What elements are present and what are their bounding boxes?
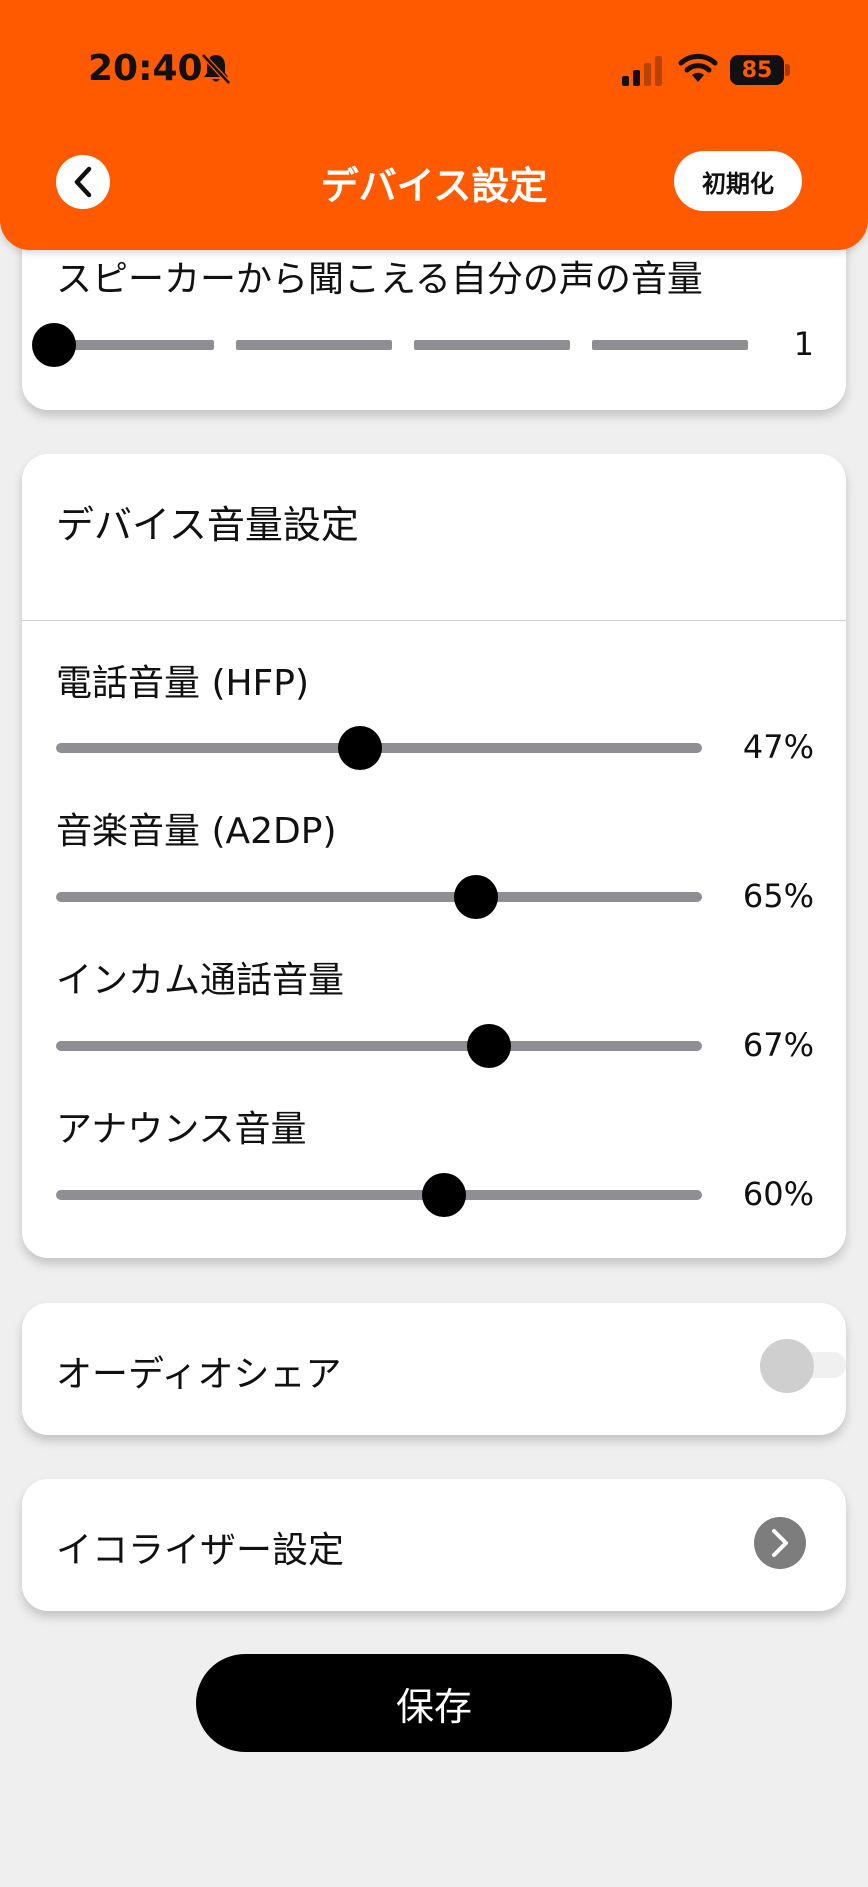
- speaker-voice-label: スピーカーから聞こえる自分の声の音量: [56, 259, 703, 300]
- device-volume-title: デバイス音量設定: [56, 503, 359, 547]
- header-bar: 20:40 85 デバイス設定 初期化: [0, 0, 868, 250]
- audio-share-toggle[interactable]: [760, 1339, 846, 1393]
- back-button[interactable]: [56, 155, 110, 209]
- stepper-segment: [62, 340, 214, 350]
- slider-hfp[interactable]: [56, 726, 702, 770]
- bell-slash-icon: [201, 53, 231, 85]
- battery-tip: [785, 64, 790, 76]
- save-button[interactable]: 保存: [196, 1654, 672, 1752]
- stepper-segment: [592, 340, 748, 350]
- battery-level: 85: [730, 55, 784, 85]
- slider-label-intercom: インカム通話音量: [56, 960, 345, 1001]
- speaker-voice-value: 1: [793, 325, 814, 363]
- slider-thumb[interactable]: [466, 1024, 511, 1068]
- divider: [22, 620, 846, 621]
- slider-thumb[interactable]: [453, 875, 498, 919]
- slider-a2dp[interactable]: [56, 875, 702, 919]
- equalizer-card[interactable]: イコライザー設定: [22, 1479, 846, 1611]
- slider-value-intercom: 67%: [742, 1026, 814, 1064]
- slider-label-hfp: 電話音量 (HFP): [56, 663, 310, 704]
- chevron-right-icon: [772, 1529, 788, 1557]
- stepper-segment: [236, 340, 392, 350]
- slider-thumb[interactable]: [337, 726, 382, 770]
- equalizer-label: イコライザー設定: [56, 1530, 345, 1571]
- slider-value-a2dp: 65%: [742, 877, 814, 915]
- chevron-left-icon: [74, 166, 92, 198]
- slider-intercom[interactable]: [56, 1024, 702, 1068]
- wifi-icon: [678, 53, 718, 82]
- slider-value-hfp: 47%: [742, 728, 814, 766]
- audio-share-label: オーディオシェア: [56, 1354, 342, 1395]
- slider-thumb[interactable]: [421, 1173, 466, 1217]
- slider-label-announce: アナウンス音量: [56, 1109, 307, 1150]
- toggle-knob: [760, 1339, 814, 1393]
- reset-button[interactable]: 初期化: [674, 151, 802, 211]
- audio-share-card: オーディオシェア: [22, 1303, 846, 1435]
- cellular-signal-icon: [622, 56, 662, 86]
- slider-label-a2dp: 音楽音量 (A2DP): [56, 811, 337, 852]
- equalizer-arrow-button[interactable]: [754, 1517, 806, 1569]
- stepper-thumb[interactable]: [32, 323, 76, 367]
- device-volume-card: デバイス音量設定 電話音量 (HFP) 47% 音楽音量 (A2DP) 65% …: [22, 454, 846, 1258]
- battery-indicator: 85: [730, 55, 790, 85]
- slider-announce[interactable]: [56, 1173, 702, 1217]
- status-time: 20:40: [88, 48, 203, 89]
- slider-value-announce: 60%: [742, 1175, 814, 1213]
- stepper-segment: [414, 340, 570, 350]
